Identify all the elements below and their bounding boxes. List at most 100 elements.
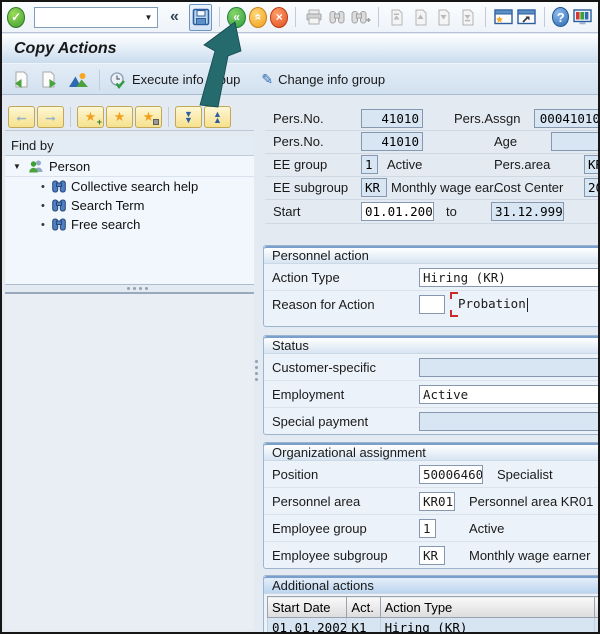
new-session-icon bbox=[493, 9, 513, 25]
text-cursor bbox=[526, 297, 528, 312]
reason-for-action-field[interactable] bbox=[419, 295, 445, 314]
form-row: Pers.No. 41010 Pers.Assgn 00041010 bbox=[265, 108, 598, 131]
plus-icon: + bbox=[96, 116, 102, 127]
age-field[interactable] bbox=[551, 132, 598, 151]
change-info-group-button[interactable]: ✎ Change info group bbox=[261, 71, 385, 88]
chevron-down-icon[interactable]: ▼ bbox=[141, 9, 156, 26]
first-page-button[interactable] bbox=[386, 5, 407, 29]
navigation-toolbar: ← → ★ + ★ ★ ▼ ▼ ▲ ▲ bbox=[5, 103, 254, 131]
collapse-all-button[interactable]: ▲ ▲ bbox=[204, 105, 231, 128]
reason-text[interactable]: Probation bbox=[458, 296, 528, 312]
enter-icon: ✓ bbox=[11, 10, 22, 24]
cancel-button[interactable]: × bbox=[270, 6, 289, 28]
field-label: Pers.area bbox=[494, 157, 551, 172]
group-title: Status bbox=[264, 336, 598, 354]
tree-item-free-search[interactable]: • Free search bbox=[5, 215, 254, 234]
collapse-command-button[interactable]: « bbox=[167, 8, 182, 26]
customer-specific-field[interactable] bbox=[419, 357, 598, 377]
ee-group-field[interactable]: 1 bbox=[361, 155, 378, 174]
bullet-icon: • bbox=[41, 199, 45, 212]
command-field[interactable]: ▼ bbox=[34, 6, 158, 28]
position-field[interactable]: 50006460 bbox=[419, 464, 483, 484]
table-cell[interactable]: K1 bbox=[346, 617, 381, 632]
reason-for-action-row: Reason for Action Probation bbox=[264, 291, 598, 318]
table-header-row: Start Date Act. Action Type A bbox=[266, 596, 598, 618]
previous-page-button[interactable] bbox=[410, 5, 431, 29]
create-shortcut-button[interactable] bbox=[516, 5, 537, 29]
special-payment-field[interactable] bbox=[419, 412, 598, 431]
add-favorite-button[interactable]: ★ + bbox=[77, 105, 104, 128]
table-cell[interactable]: 01.01.2002 bbox=[266, 617, 348, 632]
pers-assgn-field[interactable]: 00041010 bbox=[534, 109, 598, 128]
previous-record-button[interactable] bbox=[8, 68, 32, 92]
binoculars-icon bbox=[52, 218, 66, 231]
find-by-header: Find by bbox=[5, 136, 254, 156]
group-title: Personnel action bbox=[264, 246, 598, 264]
toolbar-separator bbox=[70, 106, 71, 127]
column-header[interactable]: A bbox=[593, 596, 598, 618]
pers-no-field[interactable]: 41010 bbox=[361, 109, 423, 128]
tree-node-person[interactable]: ▼ Person bbox=[5, 156, 254, 177]
column-header[interactable]: Act. bbox=[346, 596, 381, 618]
nav-forward-button[interactable]: → bbox=[37, 105, 64, 128]
vertical-splitter-handle[interactable] bbox=[255, 360, 258, 381]
find-next-button[interactable] bbox=[351, 5, 372, 29]
horizontal-splitter-handle[interactable] bbox=[127, 287, 148, 290]
execute-info-group-button[interactable]: Execute info group bbox=[109, 71, 240, 89]
tree-item-collective-search-help[interactable]: • Collective search help bbox=[5, 177, 254, 196]
tree-item-search-term[interactable]: • Search Term bbox=[5, 196, 254, 215]
favorites-button[interactable]: ★ bbox=[106, 105, 133, 128]
group-title: Additional actions bbox=[264, 576, 598, 594]
cost-center-field[interactable]: 2000 bbox=[584, 178, 598, 197]
employee-group-row: Employee group 1 Active bbox=[264, 515, 598, 542]
table-cell[interactable] bbox=[593, 617, 598, 632]
save-button[interactable] bbox=[188, 3, 213, 31]
additional-actions-group: Additional actions Start Date Act. Actio… bbox=[263, 575, 598, 632]
additional-actions-table: Start Date Act. Action Type A 01.01.2002… bbox=[266, 596, 598, 632]
find-button[interactable] bbox=[327, 5, 348, 29]
overview-button[interactable] bbox=[66, 68, 90, 92]
customize-layout-button[interactable] bbox=[572, 5, 593, 29]
start-date-field[interactable]: 01.01.2002 bbox=[361, 202, 434, 221]
field-label: Reason for Action bbox=[272, 297, 375, 312]
table-cell[interactable]: Hiring (KR) bbox=[379, 617, 595, 632]
employee-subgroup-field[interactable]: KR bbox=[419, 546, 445, 565]
field-label: Employee group bbox=[272, 520, 367, 536]
first-page-icon bbox=[391, 9, 403, 25]
expand-all-button[interactable]: ▼ ▼ bbox=[175, 105, 202, 128]
cancel-icon: × bbox=[275, 10, 283, 24]
pers-area-field[interactable]: KR01 bbox=[584, 155, 598, 174]
exit-icon: « bbox=[250, 13, 265, 21]
status-group: Status Customer-specific Employment Acti… bbox=[263, 335, 598, 435]
action-type-field[interactable]: Hiring (KR) bbox=[419, 267, 598, 287]
ee-subgroup-field[interactable]: KR bbox=[361, 178, 387, 197]
field-label: Start bbox=[273, 204, 301, 219]
employee-group-field[interactable]: 1 bbox=[419, 518, 436, 538]
arrow-right-icon: → bbox=[43, 108, 58, 125]
column-header[interactable]: Action Type bbox=[379, 596, 595, 618]
personnel-area-field[interactable]: KR01 bbox=[419, 491, 455, 511]
field-label: Age bbox=[494, 134, 518, 149]
nav-back-button[interactable]: ← bbox=[8, 105, 35, 128]
end-date-field[interactable]: 31.12.9999 bbox=[491, 202, 564, 221]
employment-field[interactable]: Active bbox=[419, 384, 598, 404]
action-type-row: Action Type Hiring (KR) bbox=[264, 264, 598, 291]
pers-no-field[interactable]: 41010 bbox=[361, 132, 423, 151]
previous-page-icon bbox=[415, 9, 427, 25]
help-button[interactable]: ? bbox=[551, 7, 570, 27]
new-session-button[interactable] bbox=[493, 5, 514, 29]
exit-button[interactable]: « bbox=[248, 6, 268, 28]
double-chevron-up-icon: ▲ ▲ bbox=[213, 108, 222, 125]
star-add-icon: ★ bbox=[84, 109, 97, 124]
caret-down-icon[interactable]: ▼ bbox=[13, 162, 23, 171]
delete-favorite-button[interactable]: ★ bbox=[135, 105, 162, 128]
application-toolbar: Execute info group ✎ Change info group bbox=[2, 65, 598, 95]
column-header[interactable]: Start Date bbox=[266, 596, 348, 618]
print-button[interactable] bbox=[303, 5, 324, 29]
table-row[interactable]: 01.01.2002 K1 Hiring (KR) bbox=[266, 617, 598, 632]
next-page-button[interactable] bbox=[433, 5, 454, 29]
last-page-button[interactable] bbox=[457, 5, 478, 29]
next-record-button[interactable] bbox=[37, 68, 61, 92]
back-button[interactable]: « bbox=[227, 6, 246, 28]
enter-button[interactable]: ✓ bbox=[7, 6, 26, 28]
